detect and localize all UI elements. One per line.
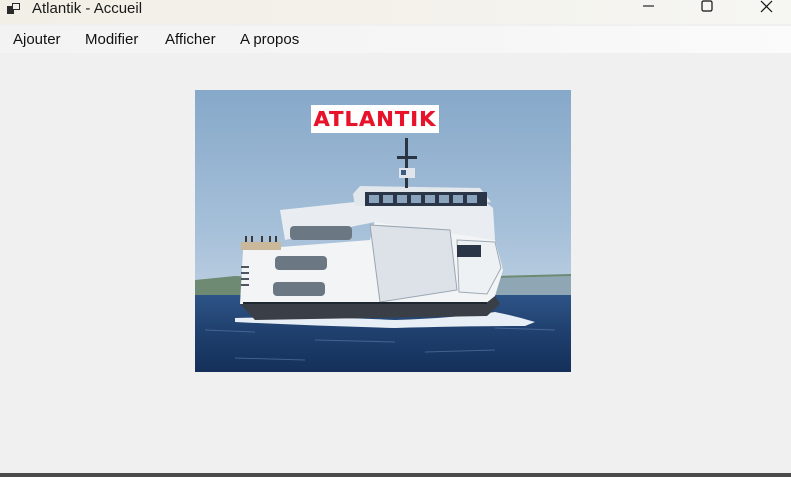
menu-bar: Ajouter Modifier Afficher A propos [0,26,791,53]
close-button[interactable] [743,0,789,22]
menu-item-modifier[interactable]: Modifier [85,31,138,48]
maximize-icon [701,0,713,12]
menu-item-afficher[interactable]: Afficher [165,31,216,48]
window-bottom-border [0,473,791,477]
window-title: Atlantik - Accueil [32,0,143,17]
minimize-icon [643,5,654,7]
main-window: Atlantik - Accueil Ajouter Modifier Affi… [0,0,791,477]
close-icon [760,0,773,13]
title-bar[interactable]: Atlantik - Accueil [0,0,791,24]
minimize-button[interactable] [626,0,672,22]
atlantik-logo: ATLANTIK [311,105,439,133]
app-window-icon [6,1,24,17]
logo-text: ATLANTIK [313,107,437,131]
maximize-button[interactable] [684,0,730,22]
menu-item-ajouter[interactable]: Ajouter [13,31,61,48]
menu-item-a-propos[interactable]: A propos [240,31,299,48]
